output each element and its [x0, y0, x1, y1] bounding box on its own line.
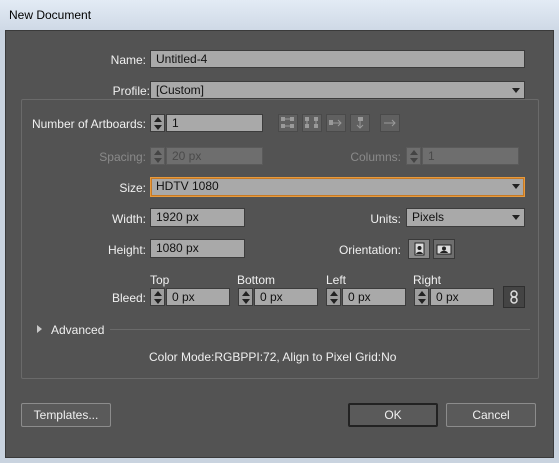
bleed-bottom-label: Bottom — [237, 273, 276, 287]
arrange-by-row-button[interactable] — [326, 114, 346, 132]
cancel-button[interactable]: Cancel — [446, 403, 536, 427]
bleed-top-input[interactable]: 0 px — [166, 288, 230, 306]
dropdown-arrow-icon — [512, 88, 520, 93]
grid-by-column-button[interactable] — [302, 114, 322, 132]
profile-dropdown[interactable]: [Custom] — [150, 81, 525, 99]
right-to-left-icon — [384, 119, 396, 127]
landscape-icon — [436, 244, 452, 255]
units-dropdown[interactable]: Pixels — [406, 208, 525, 227]
artboards-spinner[interactable] — [150, 114, 165, 132]
height-label: Height: — [107, 243, 146, 257]
grid-by-row-icon — [281, 117, 294, 128]
templates-button[interactable]: Templates... — [21, 403, 111, 427]
document-info: Color Mode:RGBPPI:72, Align to Pixel Gri… — [149, 350, 397, 364]
bleed-right-label: Right — [413, 273, 442, 287]
grid-by-column-icon — [305, 117, 318, 128]
grid-by-row-button[interactable] — [278, 114, 298, 132]
bleed-link-button[interactable] — [503, 286, 525, 308]
right-to-left-button[interactable] — [380, 114, 400, 132]
bleed-top-spinner[interactable] — [150, 288, 165, 306]
artboards-label: Number of Artboards: — [31, 117, 146, 131]
bleed-right-input[interactable]: 0 px — [430, 288, 494, 306]
bleed-right-spinner[interactable] — [414, 288, 429, 306]
advanced-toggle[interactable]: Advanced — [51, 323, 104, 337]
width-input[interactable]: 1920 px — [150, 208, 245, 227]
arrange-by-column-icon — [356, 117, 364, 129]
orientation-label: Orientation: — [338, 243, 401, 257]
profile-value: [Custom] — [156, 83, 205, 97]
settings-group — [21, 99, 539, 379]
bleed-bottom-input[interactable]: 0 px — [254, 288, 318, 306]
link-icon — [510, 290, 518, 304]
bleed-left-label: Left — [326, 273, 347, 287]
ok-button[interactable]: OK — [348, 403, 438, 427]
portrait-icon — [414, 242, 425, 256]
dropdown-arrow-icon — [512, 184, 520, 189]
units-value: Pixels — [412, 210, 445, 224]
size-dropdown[interactable]: HDTV 1080 — [150, 177, 525, 197]
expand-triangle-icon[interactable] — [37, 325, 42, 333]
size-label: Size: — [119, 181, 146, 195]
portrait-button[interactable] — [408, 239, 430, 259]
height-input[interactable]: 1080 px — [150, 239, 245, 258]
bleed-left-input[interactable]: 0 px — [342, 288, 406, 306]
advanced-divider — [110, 329, 530, 330]
width-label: Width: — [111, 212, 146, 226]
size-value: HDTV 1080 — [156, 179, 219, 193]
spacing-input[interactable]: 20 px — [166, 147, 263, 165]
landscape-button[interactable] — [433, 239, 455, 259]
profile-label: Profile: — [60, 84, 150, 98]
window-title: New Document — [9, 8, 92, 22]
units-label: Units: — [370, 212, 401, 226]
spacing-label: Spacing: — [99, 150, 146, 164]
columns-spinner[interactable] — [406, 147, 421, 165]
bleed-top-label: Top — [150, 273, 170, 287]
columns-label: Columns: — [350, 150, 401, 164]
columns-input[interactable]: 1 — [422, 147, 519, 165]
bleed-label: Bleed: — [111, 291, 146, 305]
artboards-input[interactable]: 1 — [166, 114, 263, 132]
bleed-bottom-spinner[interactable] — [238, 288, 253, 306]
bleed-left-spinner[interactable] — [326, 288, 341, 306]
name-input[interactable]: Untitled-4 — [150, 50, 525, 68]
name-label: Name: — [110, 53, 146, 67]
spacing-spinner[interactable] — [150, 147, 165, 165]
arrange-by-row-icon — [329, 119, 342, 127]
window-titlebar: New Document — [0, 0, 559, 30]
arrange-by-column-button[interactable] — [350, 114, 370, 132]
dropdown-arrow-icon — [512, 215, 520, 220]
